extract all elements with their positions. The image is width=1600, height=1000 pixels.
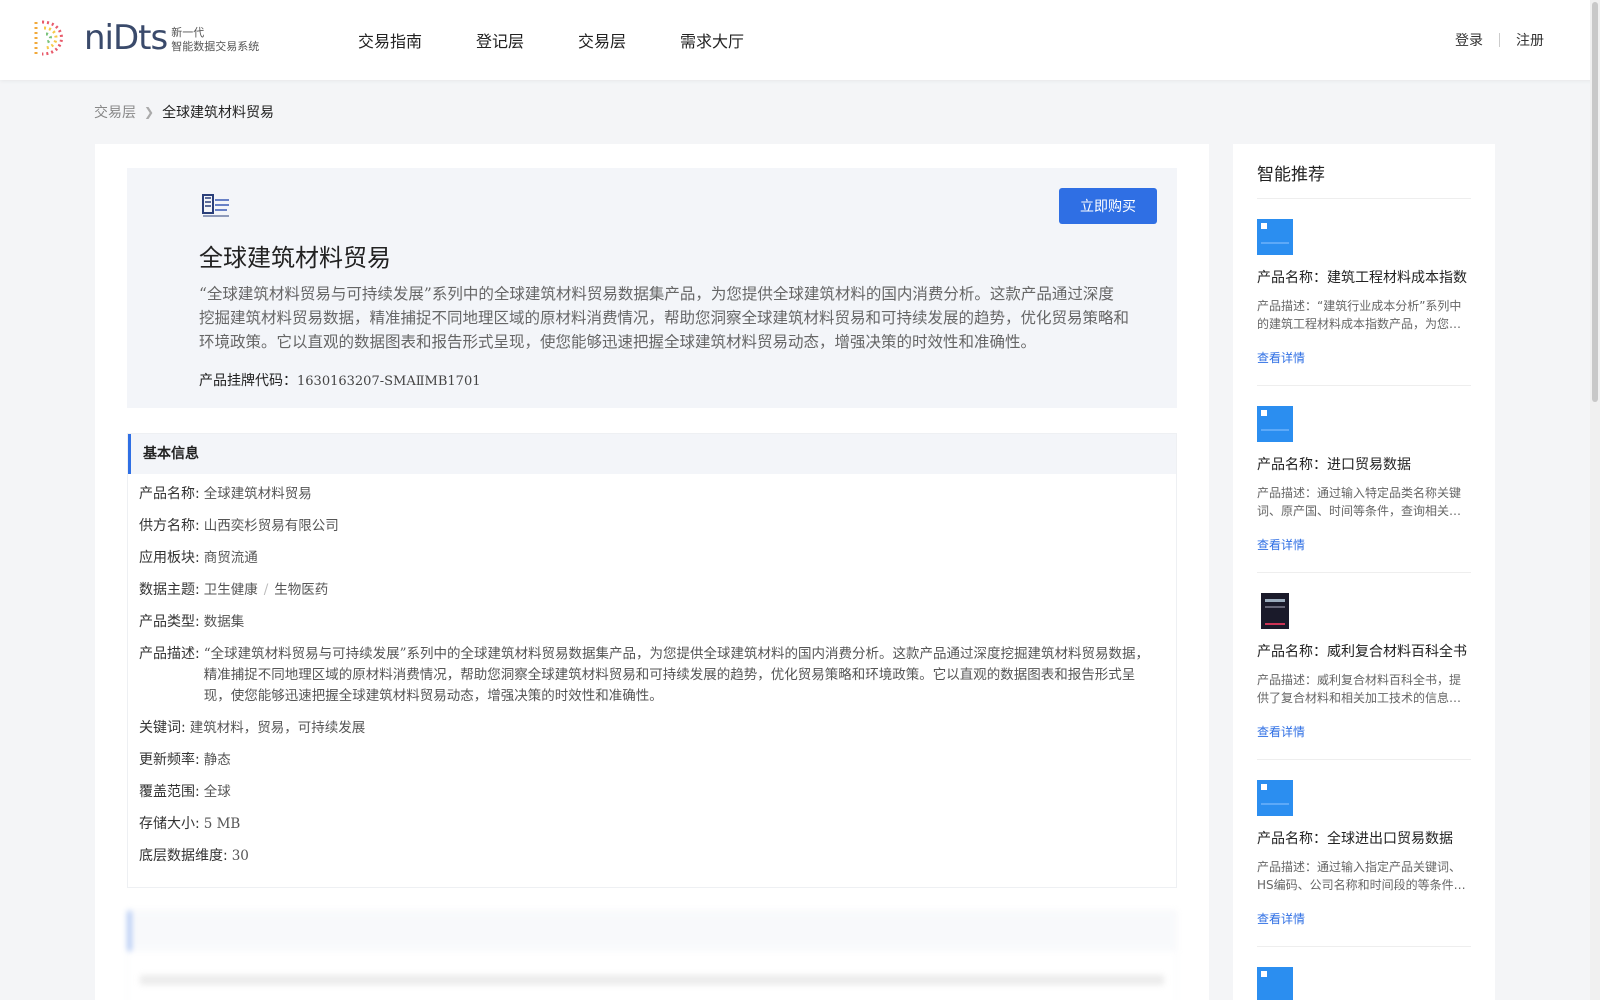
breadcrumb-current: 全球建筑材料贸易 [162,105,275,121]
scrollbar-thumb[interactable] [1592,2,1598,402]
info-row-product-name: 产品名称: 全球建筑材料贸易 [139,486,312,502]
info-row-sector: 应用板块: 商贸流通 [139,550,258,566]
card-name[interactable]: 产品名称：建筑工程材料成本指数 [1257,267,1467,287]
recommend-card[interactable] [1257,947,1471,1000]
recommend-card[interactable]: 产品名称：全球进出口贸易数据 产品描述：通过输入指定产品关键词、HS编码、公司名… [1257,760,1471,947]
view-details-link[interactable]: 查看详情 [1257,723,1305,740]
card-description: 产品描述：威利复合材料百科全书，提供了复合材料和相关加工技术的信息与知识 [1257,673,1462,705]
listing-code-value: 1630163207-SMAⅡMB1701 [297,374,481,389]
info-row-dimensions: 底层数据维度: 30 [139,848,249,864]
view-details-link[interactable]: 查看详情 [1257,536,1305,553]
info-row-supplier: 供方名称: 山西奕杉贸易有限公司 [139,518,339,534]
nav-demand-hall[interactable]: 需求大厅 [680,28,744,52]
product-title: 全球建筑材料贸易 [199,244,391,272]
info-row-description: 产品描述: “全球建筑材料贸易与可持续发展”系列中的全球建筑材料贸易数据集产品，为… [139,646,1150,704]
product-thumbnail[interactable] [1257,593,1293,629]
site-logo[interactable]: niDts 新一代 智能数据交易系统 [30,18,259,58]
info-row-data-theme: 数据主题: 卫生健康 / 生物医药 [139,582,329,598]
product-description: “全球建筑材料贸易与可持续发展”系列中的全球建筑材料贸易数据集产品，为您提供全球… [199,285,1130,351]
recommend-card[interactable]: 产品名称：建筑工程材料成本指数 产品描述：“建筑行业成本分析”系列中的建筑工程材… [1257,199,1471,386]
recommendation-sidebar: 智能推荐 产品名称：建筑工程材料成本指数 产品描述：“建筑行业成本分析”系列中的… [1233,144,1495,1000]
blurred-section [127,910,1177,1000]
product-detail-panel: 立即购买 全球建筑材料贸易 “全球建筑材料贸易与可持续发展”系列中的全球建筑材料… [95,144,1209,1000]
login-link[interactable]: 登录 [1455,30,1483,50]
auth-links: 登录 注册 [1455,30,1544,50]
register-link[interactable]: 注册 [1516,30,1544,50]
logo-subtitle: 新一代 智能数据交易系统 [171,26,260,53]
info-row-storage-size: 存储大小: 5 MB [139,816,241,832]
info-row-update-frequency: 更新频率: 静态 [139,752,231,768]
listing-code: 产品挂牌代码：1630163207-SMAⅡMB1701 [199,370,481,390]
nav-trade-guide[interactable]: 交易指南 [358,28,422,52]
card-description: 产品描述：通过输入特定品类名称关键词、原产国、时间等条件，查询相关进口贸易数据 [1257,486,1462,518]
sidebar-title: 智能推荐 [1257,165,1325,185]
breadcrumb-parent[interactable]: 交易层 [94,102,136,122]
card-name[interactable]: 产品名称：威利复合材料百科全书 [1257,641,1467,661]
product-thumbnail[interactable] [1257,219,1293,255]
recommend-card[interactable]: 产品名称：进口贸易数据 产品描述：通过输入特定品类名称关键词、原产国、时间等条件… [1257,386,1471,573]
recommend-card[interactable]: 产品名称：威利复合材料百科全书 产品描述：威利复合材料百科全书，提供了复合材料和… [1257,573,1471,760]
breadcrumb: 交易层 ❯ 全球建筑材料贸易 [94,102,274,122]
info-row-coverage: 覆盖范围: 全球 [139,784,231,800]
product-hero: 立即购买 全球建筑材料贸易 “全球建筑材料贸易与可持续发展”系列中的全球建筑材料… [127,168,1177,408]
page-scrollbar[interactable] [1590,0,1600,1000]
info-row-keywords: 关键词: 建筑材料，贸易，可持续发展 [139,720,366,736]
view-details-link[interactable]: 查看详情 [1257,910,1305,927]
logo-mark-icon [30,18,70,58]
basic-info-section: 基本信息 产品名称: 全球建筑材料贸易 供方名称: 山西奕杉贸易有限公司 应用板块:… [127,433,1177,888]
info-rows: 产品名称: 全球建筑材料贸易 供方名称: 山西奕杉贸易有限公司 应用板块: 商贸流通 … [128,474,1176,867]
main-nav: 交易指南 登记层 交易层 需求大厅 [358,28,798,52]
product-thumbnail[interactable] [1257,967,1293,1000]
nav-registration-layer[interactable]: 登记层 [476,28,524,52]
product-thumbnail[interactable] [1257,780,1293,816]
top-header: niDts 新一代 智能数据交易系统 交易指南 登记层 交易层 需求大厅 登录 … [0,0,1600,80]
view-details-link[interactable]: 查看详情 [1257,349,1305,366]
card-description: 产品描述：通过输入指定产品关键词、HS编码、公司名称和时间段的等条件查询 [1257,860,1466,892]
nav-trading-layer[interactable]: 交易层 [578,28,626,52]
logo-wordmark: niDts [84,18,168,58]
auth-divider [1499,33,1500,47]
chevron-right-icon: ❯ [144,105,155,119]
card-name[interactable]: 产品名称：全球进出口贸易数据 [1257,828,1453,848]
card-name[interactable]: 产品名称：进口贸易数据 [1257,454,1411,474]
listing-code-label: 产品挂牌代码： [199,373,297,389]
product-thumbnail[interactable] [1257,406,1293,442]
card-description: 产品描述：“建筑行业成本分析”系列中的建筑工程材料成本指数产品，为您提供 [1257,299,1462,331]
section-title: 基本信息 [128,434,1176,474]
info-row-product-type: 产品类型: 数据集 [139,614,245,630]
supplier-logo-icon [201,192,231,218]
buy-now-button[interactable]: 立即购买 [1059,188,1157,224]
